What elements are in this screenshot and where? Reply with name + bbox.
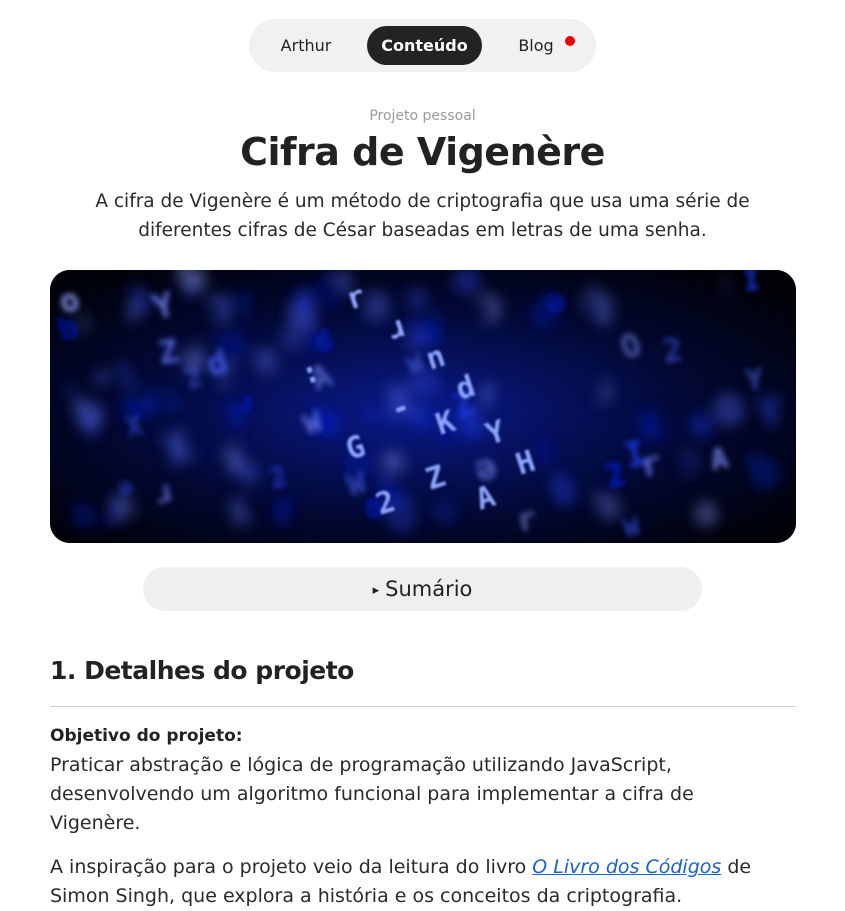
page-title: Cifra de Vigenère: [240, 130, 605, 174]
summary-label: Sumário: [385, 577, 473, 601]
notification-dot: [565, 36, 575, 46]
objective-text: Praticar abstração e lógica de programaç…: [50, 754, 694, 834]
nav-item-arthur[interactable]: Arthur: [263, 26, 349, 65]
section-heading: 1. Detalhes do projeto: [50, 656, 354, 685]
hero-cipher-glyphs: o oWɹ-ɔHo-n2ɔrbrXXɔHIndYəOo YAdəXW oɹYHoɔ d ɔ…: [50, 270, 796, 543]
nav-item-blog[interactable]: Blog: [504, 26, 568, 65]
summary-toggle[interactable]: ▸ Sumário: [143, 567, 702, 611]
top-nav: Arthur Conteúdo Blog: [249, 19, 596, 72]
objective-label: Objetivo do projeto:: [50, 726, 243, 746]
disclosure-triangle-icon: ▸: [372, 583, 380, 598]
page-eyebrow: Projeto pessoal: [369, 108, 476, 124]
hero-mid-glyph: I: [742, 270, 762, 297]
nav-item-conteudo[interactable]: Conteúdo: [367, 26, 482, 65]
hero-image: ooWɹ-ɔHo-n2ɔrbrXXɔHIndYəOoYAdəXWoɹYHoɔdɔ…: [50, 270, 796, 543]
hero-bokeh-glyph: -: [358, 386, 388, 437]
section-divider: [50, 706, 796, 707]
inspiration-paragraph: A inspiração para o projeto veio da leit…: [50, 856, 752, 907]
book-link[interactable]: O Livro dos Códigos: [532, 856, 721, 878]
page-lead: A cifra de Vigenère é um método de cript…: [95, 191, 750, 241]
